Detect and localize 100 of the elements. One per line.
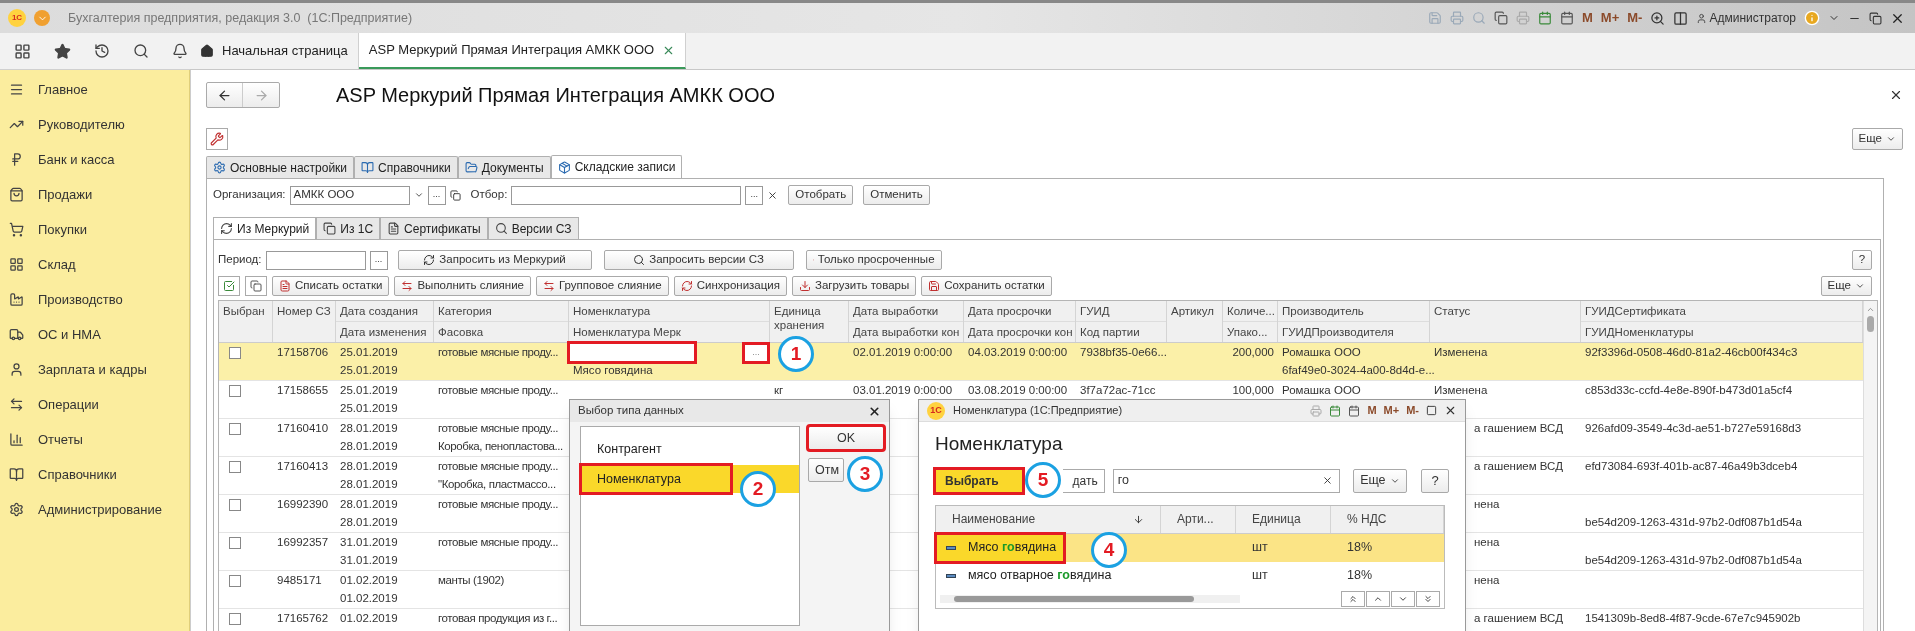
column-header[interactable]: ГУИДНоменклатуры <box>1585 323 1694 341</box>
column-header[interactable]: Артикул <box>1171 304 1218 318</box>
sidebar-item[interactable]: Руководителю <box>38 114 125 135</box>
tab[interactable]: Справочники <box>354 156 458 178</box>
column-header[interactable]: Код партии <box>1080 323 1140 341</box>
sidebar-item[interactable]: Покупки <box>38 219 87 240</box>
create-button[interactable]: дать <box>1062 468 1105 493</box>
column-header[interactable]: Номер СЗ <box>277 304 331 318</box>
memory-button[interactable]: M+ <box>1600 8 1620 28</box>
user-name[interactable]: Администратор <box>1709 9 1796 27</box>
column-header[interactable]: Номенклатура <box>573 302 651 320</box>
column-header[interactable]: Арти... <box>1177 510 1214 528</box>
help-button[interactable]: ? <box>1852 250 1872 270</box>
toolbar-button[interactable]: Групповое слияние <box>536 276 669 296</box>
more-button[interactable]: Еще <box>1353 468 1408 493</box>
more-button[interactable]: Еще <box>1851 128 1903 150</box>
column-header[interactable]: Категория <box>438 302 492 320</box>
history-icon[interactable] <box>94 43 110 59</box>
clear-icon[interactable] <box>1322 475 1334 486</box>
dropdown-icon[interactable] <box>413 190 424 200</box>
select-button[interactable]: Выбрать <box>935 468 1023 493</box>
sidebar-item[interactable]: Склад <box>38 254 76 275</box>
print-icon[interactable] <box>1310 404 1323 417</box>
memory-button[interactable]: M- <box>1627 8 1643 28</box>
tab[interactable]: Складские записи <box>550 155 683 178</box>
sidebar-item[interactable]: Справочники <box>38 464 117 485</box>
more-button[interactable]: Еще <box>1820 276 1872 296</box>
column-header[interactable]: Дата создания <box>340 302 418 320</box>
request-button[interactable]: Только просроченные <box>805 250 942 270</box>
column-header[interactable]: Производитель <box>1282 302 1364 320</box>
checkbox[interactable] <box>229 536 241 549</box>
input-field[interactable] <box>569 343 695 362</box>
down-button[interactable] <box>1391 590 1415 607</box>
sidebar-item[interactable]: Главное <box>38 79 88 100</box>
tab[interactable]: Документы <box>457 156 551 178</box>
close-icon[interactable] <box>1889 88 1903 102</box>
scroll-thumb[interactable] <box>954 595 1194 602</box>
column-header[interactable]: Дата просрочки <box>968 302 1052 320</box>
picker-button[interactable]: ... <box>427 185 446 205</box>
checkbox[interactable] <box>229 460 241 473</box>
info-icon[interactable] <box>1804 10 1820 26</box>
column-header[interactable]: ГУИДСертификата <box>1585 302 1686 320</box>
column-header[interactable]: Дата изменения <box>340 323 427 341</box>
sidebar-item[interactable]: Продажи <box>38 184 93 205</box>
checkbox[interactable] <box>229 574 241 587</box>
tab[interactable]: Из 1С <box>316 217 381 239</box>
sidebar-item[interactable]: ОС и НМА <box>38 324 101 345</box>
tab[interactable]: Основные настройки <box>206 156 355 178</box>
apps-icon[interactable] <box>14 42 31 60</box>
toolbar-button[interactable]: Списать остатки <box>272 276 390 296</box>
last-button[interactable] <box>1416 590 1440 607</box>
dialog-button[interactable]: Отм <box>808 458 844 482</box>
tab[interactable]: Сертификаты <box>380 217 488 239</box>
checkbox[interactable] <box>229 384 241 397</box>
calendar-icon[interactable] <box>1348 404 1361 417</box>
clear-icon[interactable] <box>767 189 779 201</box>
column-header[interactable]: Наименование <box>952 510 1036 528</box>
table-row[interactable] <box>219 343 1863 381</box>
picker-button[interactable]: ... <box>745 185 764 205</box>
restore-icon[interactable] <box>1869 11 1882 25</box>
column-header[interactable]: Выбран <box>223 304 268 318</box>
picker-button[interactable]: ... <box>369 250 388 270</box>
sidebar-item[interactable]: Производство <box>38 289 123 310</box>
open-icon[interactable] <box>449 189 461 201</box>
column-header[interactable]: Дата выработки кон <box>853 323 960 341</box>
column-header[interactable]: Номенклатура Мерк <box>573 323 681 341</box>
horizontal-scrollbar[interactable] <box>940 594 1240 603</box>
zoom-icon[interactable] <box>1650 10 1666 26</box>
filter-button[interactable]: Отменить <box>863 185 930 205</box>
column-header[interactable]: % НДС <box>1347 510 1387 528</box>
scrollbar[interactable] <box>1863 301 1877 631</box>
toolbar-button[interactable]: Синхронизация <box>673 276 787 296</box>
column-header[interactable]: Дата выработки <box>853 302 939 320</box>
filter-button[interactable]: Отобрать <box>788 185 854 205</box>
column-header[interactable]: Дата просрочки кон <box>968 323 1073 341</box>
toolbar-button[interactable]: Загрузить товары <box>792 276 917 296</box>
sidebar-item[interactable]: Операции <box>38 394 99 415</box>
close-icon[interactable] <box>868 404 881 418</box>
memory-button[interactable]: M- <box>1406 402 1419 419</box>
sidebar-item[interactable]: Отчеты <box>38 429 83 450</box>
close-icon[interactable] <box>1444 404 1457 417</box>
scroll-thumb[interactable] <box>1867 316 1874 332</box>
search-icon[interactable] <box>133 43 149 59</box>
column-header[interactable]: Упако... <box>1227 323 1268 341</box>
first-button[interactable] <box>1341 590 1365 607</box>
window-tab[interactable]: Начальная страница <box>190 33 359 69</box>
tab[interactable]: Из Меркурий <box>213 217 317 239</box>
copy-button[interactable] <box>245 276 267 296</box>
column-header[interactable]: Единица <box>1252 510 1301 528</box>
maximize-icon[interactable] <box>1426 405 1437 416</box>
dialog-button[interactable]: OK <box>808 426 884 450</box>
up-button[interactable] <box>1366 590 1390 607</box>
tab[interactable]: Версии СЗ <box>487 217 579 239</box>
request-button[interactable]: Запросить из Меркурий <box>397 250 592 270</box>
star-icon[interactable] <box>54 42 71 60</box>
toolbar-button[interactable]: Выполнить слияние <box>394 276 531 296</box>
panel-icon[interactable] <box>1673 10 1689 26</box>
period-field[interactable] <box>265 250 366 270</box>
request-button[interactable]: Запросить версии СЗ <box>603 250 794 270</box>
calendar-icon[interactable] <box>1560 11 1574 25</box>
